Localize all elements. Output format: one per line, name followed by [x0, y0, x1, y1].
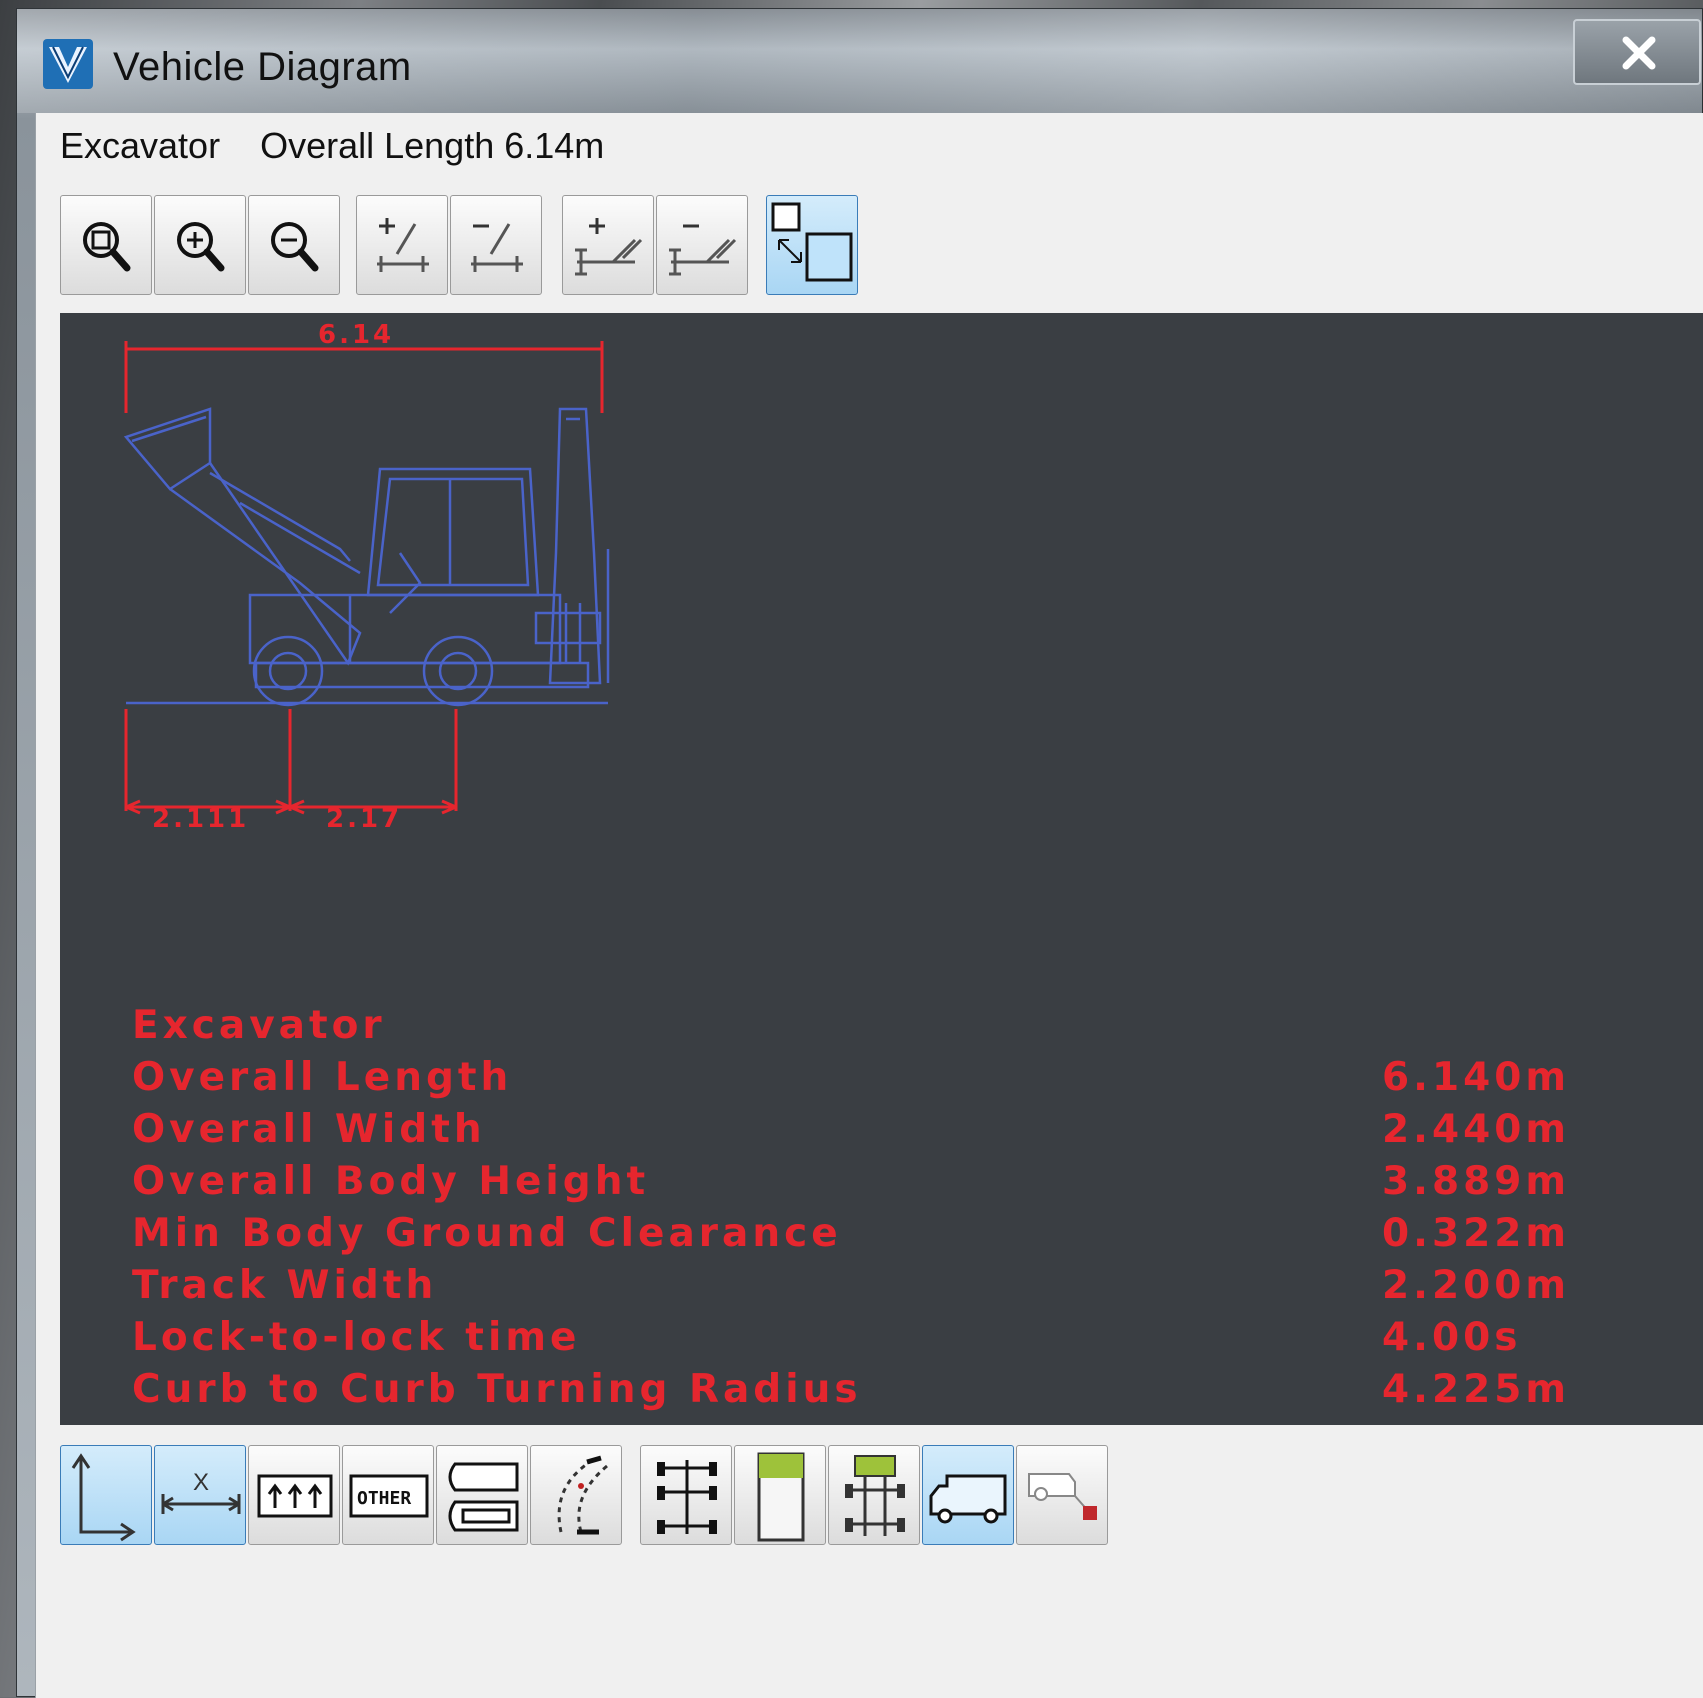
axle-layout-button[interactable] — [640, 1445, 732, 1545]
resize-view-button[interactable] — [766, 195, 858, 295]
chassis-button[interactable] — [828, 1445, 920, 1545]
vehicle-diagram-window: Vehicle Diagram Excavator Overall Length … — [16, 8, 1703, 1698]
axle-dimensions — [124, 709, 458, 815]
app-logo-icon — [43, 39, 93, 89]
front-overhang-label: 2.111 — [152, 804, 249, 834]
spec-title-row: Excavator — [132, 1003, 1703, 1055]
spec-value: 4.225m — [1382, 1367, 1570, 1412]
arrows-up-button[interactable] — [248, 1445, 340, 1545]
turn-path-icon — [557, 1455, 608, 1535]
vehicle-name: Excavator — [60, 125, 221, 166]
close-icon — [1622, 36, 1656, 70]
dimension-x-icon: X — [161, 1469, 241, 1514]
add-track-button[interactable] — [562, 195, 654, 295]
spec-value: 4.00s — [1382, 1315, 1522, 1360]
spec-label: Overall Length — [132, 1055, 513, 1100]
vehicle-parts-icon — [448, 1462, 519, 1532]
spec-value: 3.889m — [1382, 1159, 1570, 1204]
chassis-icon — [845, 1455, 905, 1536]
add-axle-icon — [377, 218, 429, 272]
spec-row-body-height: Overall Body Height 3.889m — [132, 1159, 1703, 1211]
add-axle-button[interactable] — [356, 195, 448, 295]
turn-path-button[interactable] — [530, 1445, 622, 1545]
vehicle-info-line: Excavator Overall Length 6.14m — [60, 125, 644, 167]
spec-label: Curb to Curb Turning Radius — [132, 1367, 862, 1412]
spec-label: Track Width — [132, 1263, 438, 1308]
add-track-icon — [575, 218, 643, 276]
spec-row-lock-to-lock: Lock-to-lock time 4.00s — [132, 1315, 1703, 1367]
other-label: OTHER — [357, 1488, 411, 1509]
arrows-up-icon — [257, 1474, 333, 1518]
top-view-button[interactable] — [734, 1445, 826, 1545]
trailer-hitch-button[interactable] — [1016, 1445, 1108, 1545]
spec-title: Excavator — [132, 1003, 386, 1048]
wheelbase-label: 2.17 — [326, 804, 402, 834]
top-view-icon — [757, 1452, 805, 1542]
trailer-hitch-icon — [1028, 1473, 1097, 1520]
dimension-x-button[interactable]: X — [154, 1445, 246, 1545]
spec-value: 2.200m — [1382, 1263, 1570, 1308]
spec-row-overall-width: Overall Width 2.440m — [132, 1107, 1703, 1159]
zoom-extents-button[interactable] — [60, 195, 152, 295]
spec-value: 6.140m — [1382, 1055, 1570, 1100]
spec-row-track-width: Track Width 2.200m — [132, 1263, 1703, 1315]
overall-length-dim-label: 6.14 — [318, 320, 394, 350]
spec-label: Min Body Ground Clearance — [132, 1211, 842, 1256]
other-icon: OTHER — [349, 1474, 429, 1518]
other-button[interactable]: OTHER — [342, 1445, 434, 1545]
excavator-outline — [123, 407, 610, 707]
axis-origin-icon — [71, 1453, 136, 1542]
x-axis-label: X — [193, 1469, 209, 1496]
vehicle-parts-button[interactable] — [436, 1445, 528, 1545]
remove-axle-button[interactable] — [450, 195, 542, 295]
client-area: Excavator Overall Length 6.14m 6.14 2.11… — [35, 113, 1703, 1698]
resize-view-icon — [771, 202, 853, 282]
zoom-in-icon — [177, 222, 225, 272]
remove-track-button[interactable] — [656, 195, 748, 295]
spec-label: Lock-to-lock time — [132, 1315, 581, 1360]
overall-length-text: Overall Length 6.14m — [260, 125, 605, 166]
truck-side-icon — [929, 1474, 1007, 1524]
diagram-canvas[interactable]: 6.14 2.111 2.17 Excavator Overall Length… — [60, 313, 1703, 1425]
window-title: Vehicle Diagram — [113, 45, 412, 89]
overall-length-dimension — [124, 341, 604, 413]
truck-side-button[interactable] — [922, 1445, 1014, 1545]
remove-axle-icon — [471, 223, 523, 272]
vehicle-specs: Excavator Overall Length 6.140m Overall … — [132, 1003, 1703, 1419]
axis-origin-button[interactable] — [60, 1445, 152, 1545]
spec-row-overall-length: Overall Length 6.140m — [132, 1055, 1703, 1107]
close-button[interactable] — [1573, 19, 1701, 85]
spec-value: 2.440m — [1382, 1107, 1570, 1152]
axle-layout-icon — [657, 1460, 717, 1534]
remove-track-icon — [669, 224, 737, 276]
zoom-in-button[interactable] — [154, 195, 246, 295]
title-bar[interactable]: Vehicle Diagram — [17, 9, 1703, 113]
zoom-extents-icon — [83, 222, 131, 272]
zoom-out-icon — [271, 222, 319, 272]
spec-value: 0.322m — [1382, 1211, 1570, 1256]
zoom-out-button[interactable] — [248, 195, 340, 295]
spec-label: Overall Body Height — [132, 1159, 650, 1204]
spec-row-turning-radius: Curb to Curb Turning Radius 4.225m — [132, 1367, 1703, 1419]
spec-row-ground-clearance: Min Body Ground Clearance 0.322m — [132, 1211, 1703, 1263]
spec-label: Overall Width — [132, 1107, 486, 1152]
